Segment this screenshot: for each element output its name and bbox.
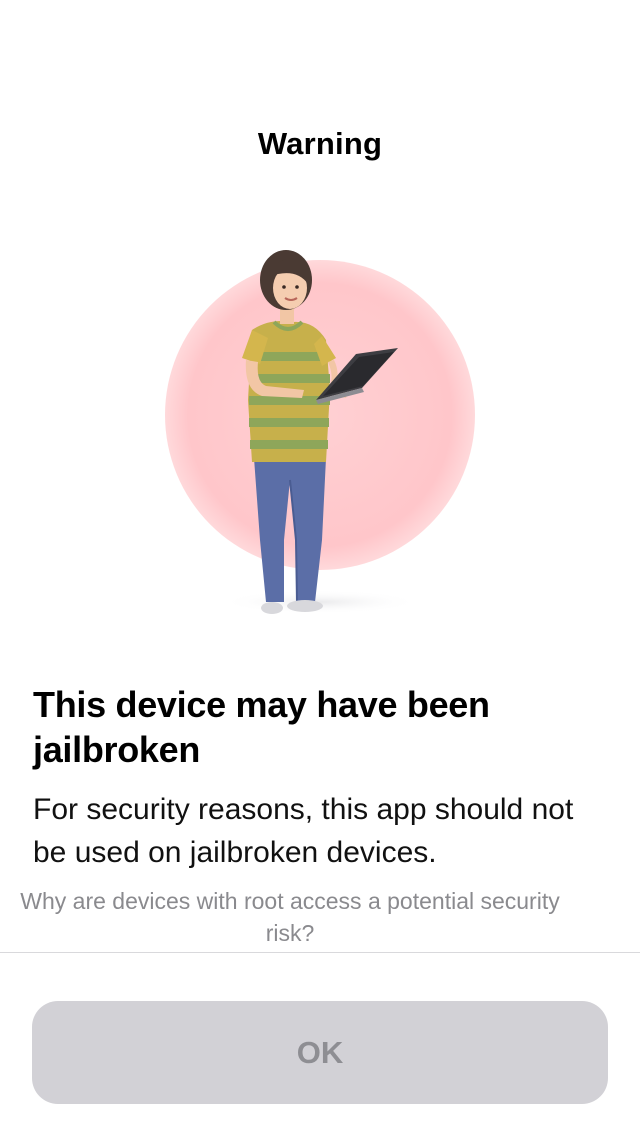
- root-access-info-link[interactable]: Why are devices with root access a poten…: [20, 885, 560, 949]
- woman-with-laptop-illustration: [150, 240, 490, 640]
- ok-button[interactable]: OK: [32, 1001, 608, 1104]
- alert-description: For security reasons, this app should no…: [33, 793, 574, 869]
- divider: [0, 952, 640, 953]
- page-title: Warning: [257, 126, 383, 161]
- alert-headline: This device may have been jailbroken: [33, 684, 490, 770]
